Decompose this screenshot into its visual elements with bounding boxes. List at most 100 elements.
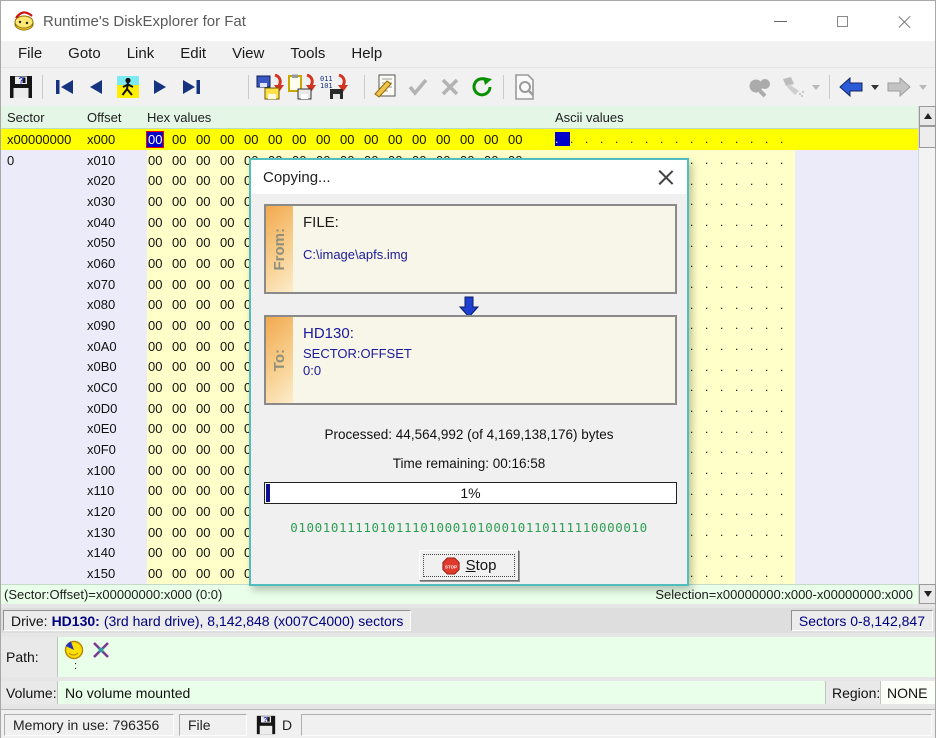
ascii-cell[interactable]: . [690, 401, 705, 415]
ascii-cell[interactable]: . [750, 132, 765, 146]
hex-byte-cell[interactable]: 00 [147, 153, 171, 168]
ascii-cell[interactable]: . [690, 360, 705, 374]
ascii-cell[interactable]: . [750, 360, 765, 374]
ascii-cell[interactable]: . [720, 442, 735, 456]
ascii-cell[interactable]: . [750, 318, 765, 332]
ascii-cell[interactable]: . [705, 256, 720, 270]
ascii-cell[interactable]: . [720, 566, 735, 580]
hex-byte-cell[interactable]: 00 [459, 132, 483, 147]
ascii-cell[interactable]: . [705, 504, 720, 518]
ascii-cell[interactable]: . [720, 215, 735, 229]
ascii-cell[interactable]: . [735, 318, 750, 332]
ascii-cell[interactable]: . [780, 463, 795, 477]
scroll-down-button[interactable] [919, 584, 936, 604]
hex-byte-cell[interactable]: 00 [219, 504, 243, 519]
ascii-cell[interactable]: . [780, 504, 795, 518]
ascii-cell[interactable]: . [660, 132, 675, 146]
ascii-cell[interactable]: . [690, 339, 705, 353]
ascii-cell[interactable]: . [720, 380, 735, 394]
ascii-cell[interactable]: . [690, 525, 705, 539]
scrollbar-thumb[interactable] [919, 126, 936, 148]
ascii-cell[interactable]: . [780, 546, 795, 560]
ascii-cell[interactable]: . [705, 318, 720, 332]
menu-item-view[interactable]: View [219, 41, 277, 67]
dialog-close-button[interactable] [657, 168, 675, 186]
ascii-cell[interactable]: . [690, 153, 705, 167]
hex-byte-cell[interactable]: 00 [219, 463, 243, 478]
scroll-up-button[interactable] [919, 106, 936, 126]
ascii-cell[interactable]: . [750, 546, 765, 560]
ascii-cell[interactable]: . [780, 380, 795, 394]
hex-byte-cell[interactable]: 00 [195, 463, 219, 478]
ascii-cell[interactable]: . [765, 194, 780, 208]
ascii-cell[interactable]: . [750, 153, 765, 167]
nav-last-button[interactable] [176, 72, 208, 102]
hex-byte-cell[interactable]: 00 [219, 297, 243, 312]
refresh-button[interactable] [466, 72, 498, 102]
hex-byte-cell[interactable]: 00 [219, 277, 243, 292]
menu-item-goto[interactable]: Goto [55, 41, 114, 67]
ascii-cell[interactable]: . [750, 339, 765, 353]
ascii-cell[interactable]: . [735, 339, 750, 353]
hex-byte-cell[interactable]: 00 [147, 318, 171, 333]
hex-byte-cell[interactable]: 00 [363, 132, 387, 147]
hex-byte-cell[interactable]: 00 [171, 194, 195, 209]
ascii-cell[interactable]: . [690, 566, 705, 580]
hex-byte-cell[interactable]: 00 [219, 359, 243, 374]
hex-byte-cell[interactable]: 00 [483, 132, 507, 147]
hex-byte-cell[interactable]: 00 [171, 277, 195, 292]
ascii-cell[interactable]: . [750, 525, 765, 539]
ascii-cell[interactable]: . [690, 298, 705, 312]
ascii-cell[interactable]: . [780, 525, 795, 539]
ascii-cell[interactable]: . [720, 194, 735, 208]
hex-byte-cell[interactable]: 00 [147, 525, 171, 540]
maximize-button[interactable] [811, 1, 873, 41]
ascii-cell[interactable]: . [750, 194, 765, 208]
ascii-cell[interactable]: . [750, 401, 765, 415]
ascii-cell[interactable]: . [720, 132, 735, 146]
flashlight-dropdown[interactable] [812, 85, 820, 90]
ascii-cell[interactable]: . [645, 132, 660, 146]
hex-byte-cell[interactable]: 00 [219, 566, 243, 581]
ascii-cell[interactable]: . [720, 546, 735, 560]
ascii-cell[interactable]: . [765, 339, 780, 353]
ascii-cell[interactable]: . [690, 215, 705, 229]
ascii-cell[interactable]: . [570, 132, 585, 146]
ascii-cell[interactable]: . [735, 236, 750, 250]
ascii-cell[interactable]: . [690, 463, 705, 477]
ascii-cell[interactable]: . [720, 298, 735, 312]
ascii-cell[interactable]: . [735, 380, 750, 394]
hex-byte-cell[interactable]: 00 [219, 256, 243, 271]
ascii-cell[interactable]: . [765, 401, 780, 415]
ascii-cell[interactable]: . [720, 339, 735, 353]
hex-byte-cell[interactable]: 00 [339, 132, 363, 147]
hex-byte-cell[interactable]: 00 [195, 235, 219, 250]
ascii-cell[interactable]: . [720, 504, 735, 518]
ascii-cell[interactable]: . [720, 463, 735, 477]
ascii-cell[interactable]: . [630, 132, 645, 146]
hex-byte-cell[interactable]: 00 [171, 566, 195, 581]
hex-byte-cell[interactable]: 00 [195, 215, 219, 230]
forward-dropdown[interactable] [919, 85, 927, 90]
hex-byte-cell[interactable]: 00 [171, 525, 195, 540]
ascii-cell[interactable]: . [765, 525, 780, 539]
ascii-cell[interactable]: . [585, 132, 600, 146]
ascii-cell[interactable]: . [780, 298, 795, 312]
hex-byte-cell[interactable]: 00 [147, 380, 171, 395]
hex-byte-cell[interactable]: 00 [147, 359, 171, 374]
ascii-cell[interactable]: . [690, 380, 705, 394]
ascii-cell[interactable]: . [765, 277, 780, 291]
ascii-cell[interactable]: . [735, 525, 750, 539]
ascii-cell[interactable]: . [765, 318, 780, 332]
ascii-cell[interactable]: . [750, 422, 765, 436]
ascii-cell[interactable]: . [720, 174, 735, 188]
ascii-cell[interactable]: . [765, 422, 780, 436]
hex-byte-cell[interactable]: 00 [291, 132, 315, 147]
ascii-cell[interactable]: . [720, 153, 735, 167]
hex-byte-cell[interactable]: 00 [147, 173, 171, 188]
hex-byte-cell[interactable]: 00 [171, 318, 195, 333]
ascii-cell[interactable]: . [720, 422, 735, 436]
ascii-cell[interactable]: . [720, 360, 735, 374]
hex-byte-cell[interactable]: 00 [219, 318, 243, 333]
ascii-cell[interactable]: . [735, 174, 750, 188]
